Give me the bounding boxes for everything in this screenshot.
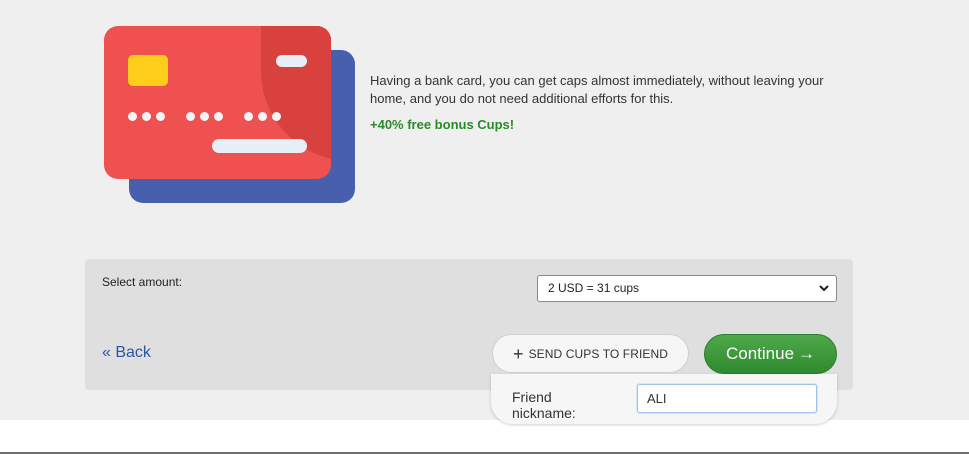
continue-label: Continue [725,344,795,363]
friend-nickname-label: Friend nickname: [512,389,576,421]
card-chip-icon [128,55,168,86]
send-cups-label: SEND CUPS TO FRIEND [528,346,669,361]
chevron-down-icon [819,285,829,292]
select-amount-label: Select amount: [102,275,183,289]
credit-card-illustration [104,26,356,204]
bonus-text: +40% free bonus Cups! [370,117,515,132]
card-stripe-bottom [212,139,307,153]
plus-icon: + [512,343,524,364]
card-stripe-top [276,55,307,67]
send-cups-to-friend-button[interactable]: + SEND CUPS TO FRIEND [492,334,689,373]
amount-select-value: 2 USD = 31 cups [548,281,640,295]
continue-button[interactable]: Continue → [704,334,837,374]
payment-description: Having a bank card, you can get caps alm… [370,73,824,106]
card-front [104,26,331,179]
back-link[interactable]: « Back [102,344,151,362]
friend-nickname-input[interactable] [637,384,817,413]
arrow-right-icon: → [798,344,816,363]
amount-select[interactable]: 2 USD = 31 cups [537,275,837,302]
